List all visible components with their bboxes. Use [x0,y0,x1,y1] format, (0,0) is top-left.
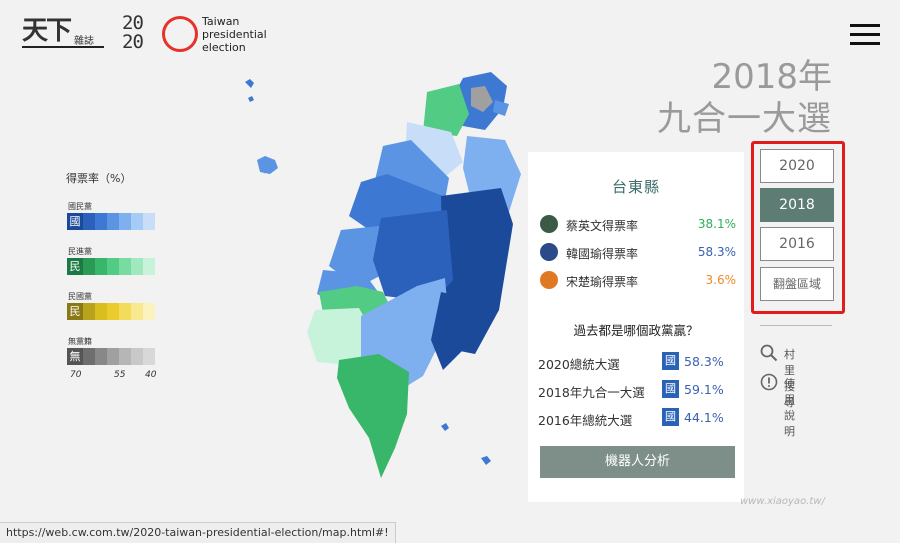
legend-color-swatch [83,348,95,365]
candidate-avatar [540,243,558,261]
legend-dpp-scale: 民 [67,258,155,275]
candidate-percent: 58.3% [697,245,736,259]
watermark: www.xiaoyao.tw/ [740,496,825,507]
legend-color-swatch [143,348,155,365]
cw-magazine-logo[interactable]: 天下 雜誌 [22,16,104,52]
legend-independent-label: 無黨籍 [68,337,92,346]
logo-2020-bottom: 20 [122,31,144,53]
history-label: 2016年總統大選 [538,413,633,428]
search-icon [760,344,778,362]
logo-text-line: Taiwan [202,15,240,28]
logo-2020[interactable]: 20 20 [122,14,166,54]
legend-color-swatch [83,213,95,230]
legend-color-swatch [107,213,119,230]
legend-color-swatch [131,258,143,275]
map-region-offshore [248,96,254,102]
history-value: 44.1% [684,410,724,425]
robot-analysis-button[interactable]: 機器人分析 [540,446,735,478]
logo-text-line: election [202,41,246,54]
logo-underline [22,46,104,48]
legend-tick: 55 [114,370,126,380]
legend-dpp-label: 民進黨 [68,247,92,256]
year-button-2016[interactable]: 2016 [760,227,834,261]
legend-color-swatch [131,348,143,365]
election-logo-text: Taiwan presidential election [202,15,267,54]
candidate-name: 韓國瑜得票率 [566,247,639,261]
legend-color-swatch [143,303,155,320]
county-info-panel: 台東縣 蔡英文得票率 38.1% 韓國瑜得票率 58.3% 宋楚瑜得票率 3.6… [528,152,744,502]
legend-kmt-label: 國民黨 [68,202,92,211]
info-icon [760,373,778,391]
candidate-row-soong: 宋楚瑜得票率 3.6% [540,270,736,292]
cw-logo-sub: 雜誌 [74,36,94,47]
legend-color-swatch [119,213,131,230]
legend-independent-scale: 無 [67,348,155,365]
map-region-pingtung [337,354,409,478]
legend-color-swatch [131,303,143,320]
party-badge: 國 [662,352,679,370]
headline-title: 九合一大選 [657,99,832,139]
history-label: 2020總統大選 [538,357,620,372]
cw-logo-mark: 天下 [22,16,72,46]
help-label: 使用說明 [784,377,795,438]
party-badge: 國 [662,408,679,426]
history-row: 2020總統大選 國 58.3% [538,352,734,372]
legend-color-swatch [107,303,119,320]
legend-party-badge: 國 [67,213,83,230]
legend-tick: 40 [145,370,157,380]
party-badge: 國 [662,380,679,398]
legend-color-swatch [107,348,119,365]
candidate-percent: 3.6% [705,273,737,287]
taiwan-election-map[interactable] [235,60,530,490]
hamburger-menu-icon[interactable] [850,24,880,46]
legend-color-swatch [95,258,107,275]
history-value: 58.3% [684,354,724,369]
legend-color-swatch [143,213,155,230]
legend-color-swatch [119,348,131,365]
candidate-name: 蔡英文得票率 [566,219,639,233]
legend-kmt-scale: 國 [67,213,155,230]
legend-color-swatch [83,258,95,275]
legend-pfp-label: 民國黨 [68,292,92,301]
red-circle-logo [162,16,198,52]
legend-color-swatch [95,303,107,320]
history-value: 59.1% [684,382,724,397]
logo-text-line: presidential [202,28,267,41]
history-row: 2018年九合一大選 國 59.1% [538,380,734,400]
candidate-row-han: 韓國瑜得票率 58.3% [540,242,736,264]
map-region-greenisland [481,456,491,465]
legend-color-swatch [119,258,131,275]
legend-color-swatch [95,348,107,365]
legend-color-swatch [95,213,107,230]
candidate-avatar [540,271,558,289]
history-question: 過去都是哪個政黨贏？ [573,323,699,338]
legend-party-badge: 民 [67,258,83,275]
map-region-penghu [257,156,278,174]
status-bar-url: https://web.cw.com.tw/2020-taiwan-presid… [0,522,396,543]
legend-title: 得票率（%） [66,172,132,185]
legend-party-badge: 民 [67,303,83,320]
candidate-percent: 38.1% [697,217,736,231]
candidate-avatar [540,215,558,233]
divider [760,325,832,326]
legend-tick: 70 [70,370,82,380]
legend-party-badge: 無 [67,348,83,365]
legend-pfp-scale: 民 [67,303,155,320]
map-region-lanyu [441,423,449,431]
legend-color-swatch [119,303,131,320]
legend-color-swatch [143,258,155,275]
legend-color-swatch [131,213,143,230]
candidate-name: 宋楚瑜得票率 [566,275,639,289]
year-button-2018[interactable]: 2018 [760,188,834,222]
legend-color-swatch [83,303,95,320]
headline-year: 2018年 [711,57,832,97]
legend-color-swatch [107,258,119,275]
candidate-row-tsai: 蔡英文得票率 38.1% [540,214,736,236]
county-name: 台東縣 [611,178,660,196]
year-button-2020[interactable]: 2020 [760,149,834,183]
flip-region-button[interactable]: 翻盤區域 [760,267,834,301]
history-label: 2018年九合一大選 [538,385,645,400]
map-region-offshore [245,79,254,88]
history-row: 2016年總統大選 國 44.1% [538,408,734,428]
